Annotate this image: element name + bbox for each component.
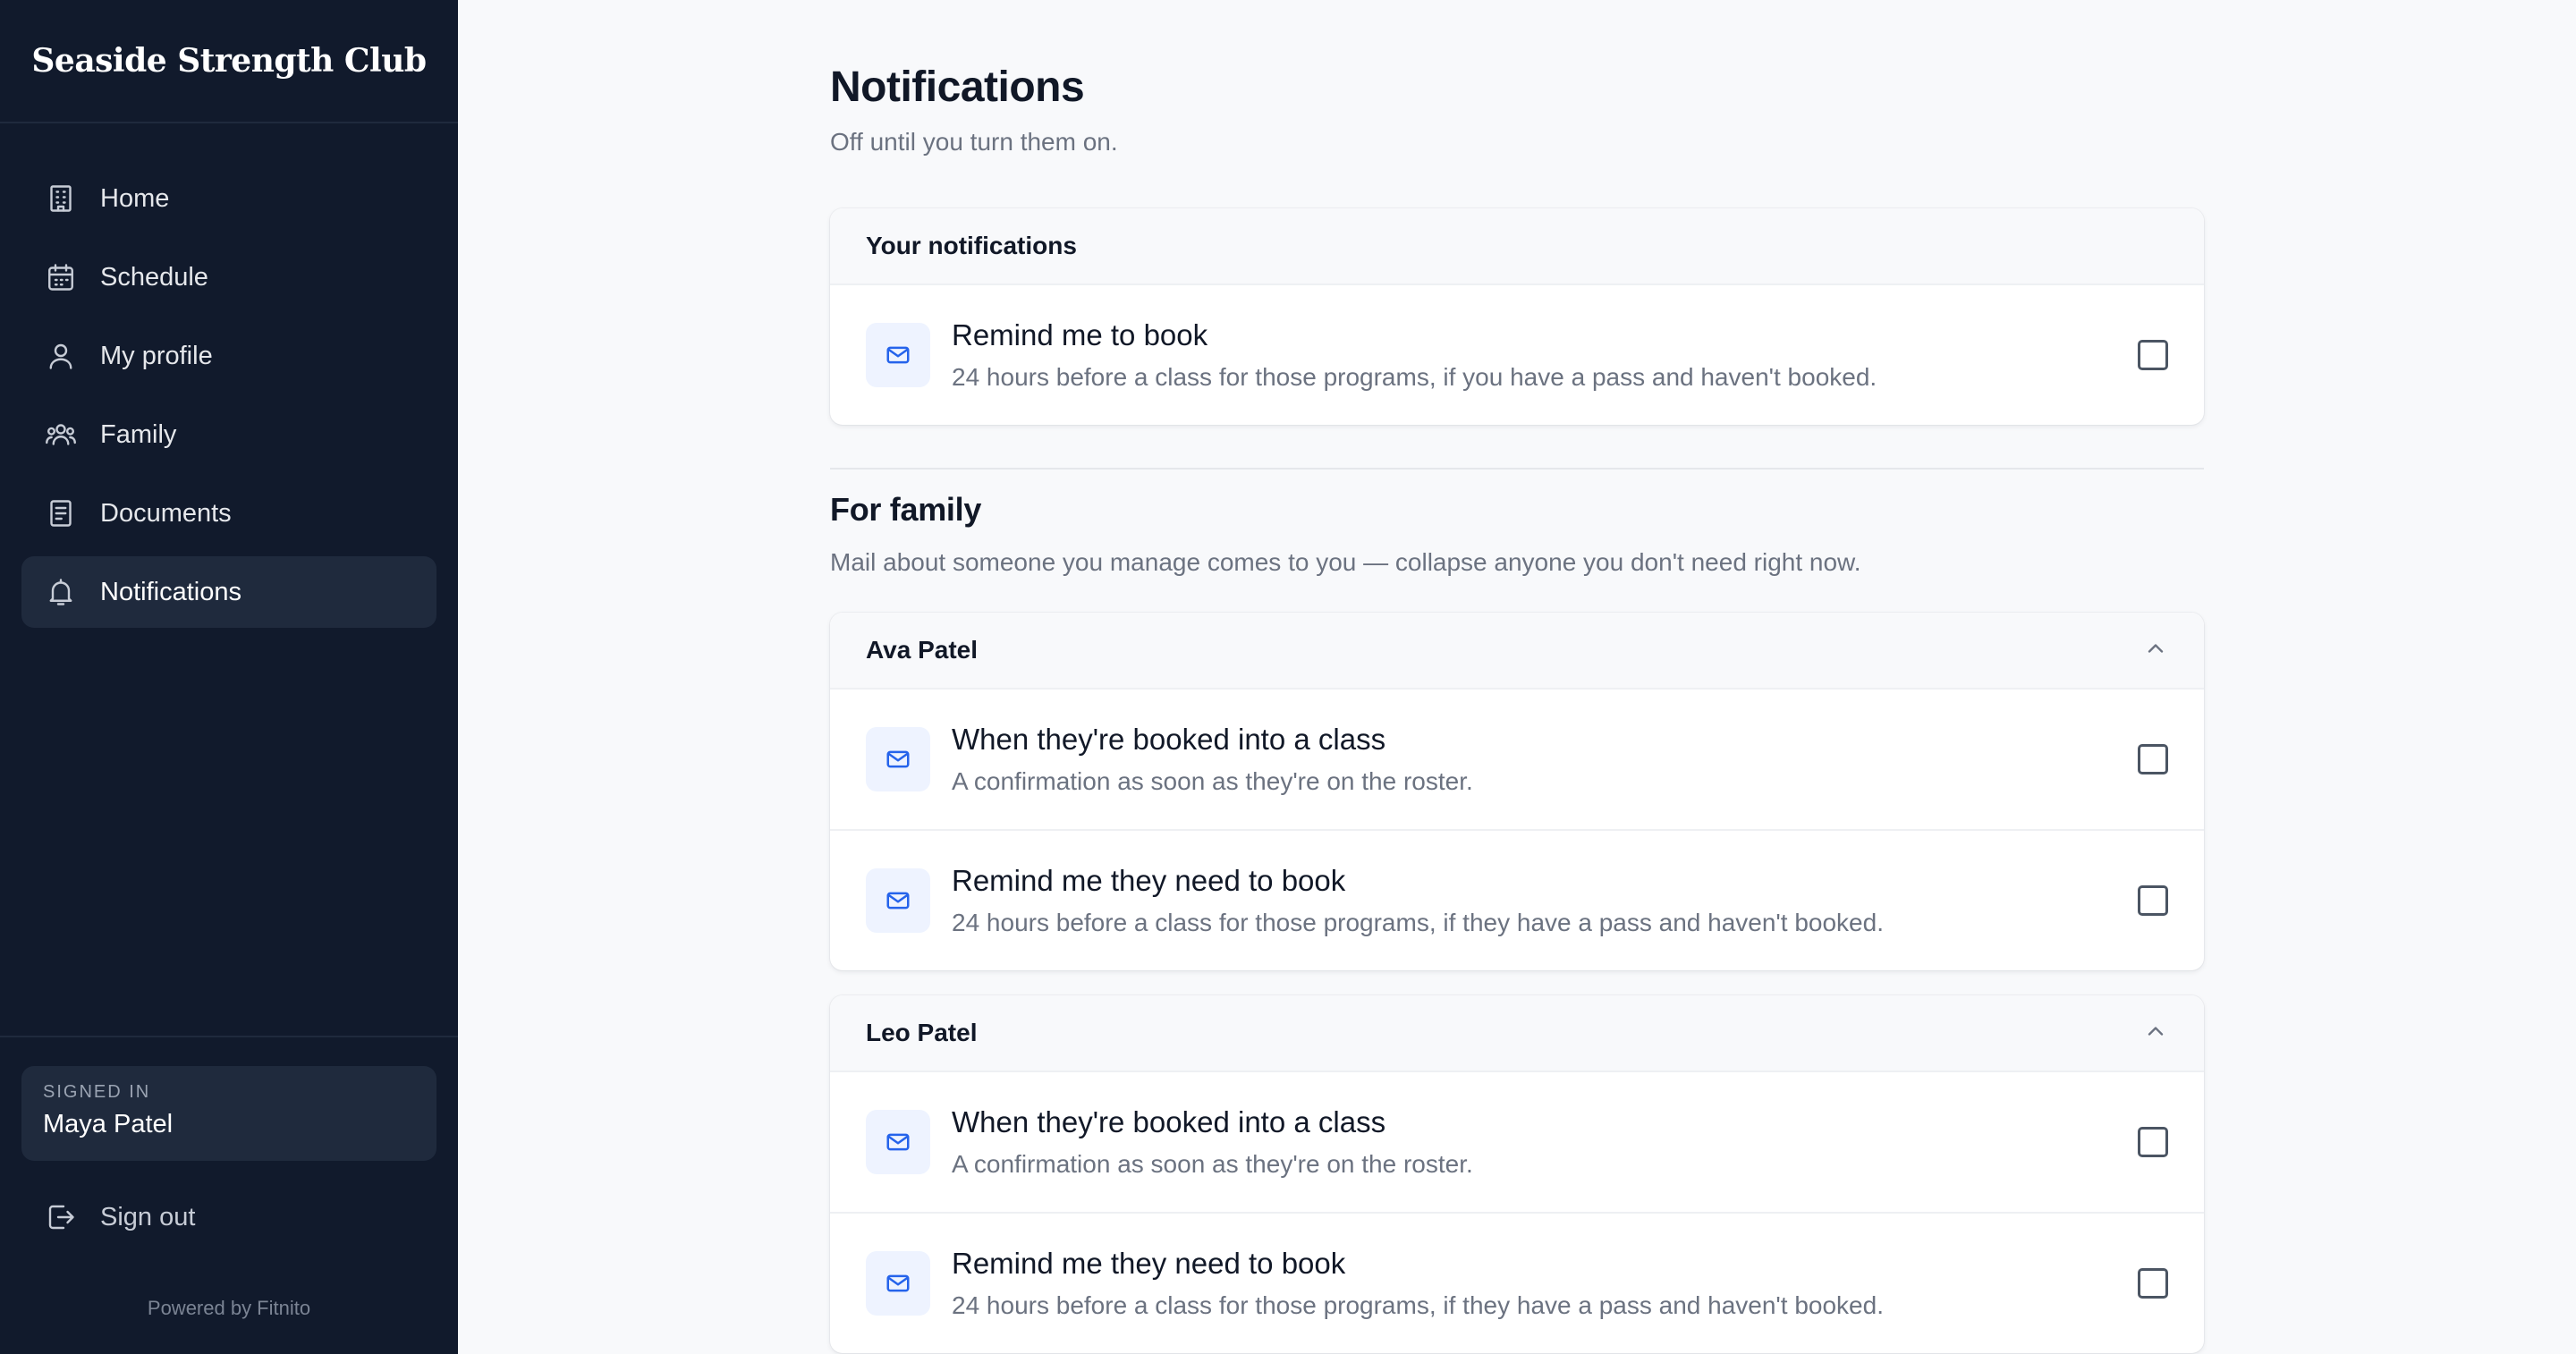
section-title: For family: [830, 491, 982, 528]
sidebar-item-my-profile[interactable]: My profile: [21, 320, 436, 392]
calendar-icon: [43, 259, 79, 295]
powered-by[interactable]: Powered by Fitnito: [0, 1297, 458, 1320]
family-member-header[interactable]: Leo Patel: [830, 995, 2204, 1071]
sidebar: Seaside Strength Club Home Schedule My p…: [0, 0, 458, 1354]
notification-row: When they're booked into a class A confi…: [830, 1071, 2204, 1212]
sidebar-nav: Home Schedule My profile Family Document…: [0, 123, 458, 628]
notification-description: A confirmation as soon as they're on the…: [952, 1150, 1473, 1178]
sidebar-item-family[interactable]: Family: [21, 399, 436, 470]
notification-checkbox[interactable]: [2138, 885, 2168, 916]
main-content: Notifications Off until you turn them on…: [830, 0, 2204, 1353]
notification-text: Remind me to book 24 hours before a clas…: [952, 318, 2138, 392]
family-member-card: Leo Patel When they're booked into a cla…: [830, 995, 2204, 1353]
notification-checkbox[interactable]: [2138, 1268, 2168, 1299]
section-subtitle: Mail about someone you manage comes to y…: [830, 548, 1861, 576]
brand-header: Seaside Strength Club: [0, 0, 458, 123]
notification-description: 24 hours before a class for those progra…: [952, 909, 1884, 936]
family-member-name: Ava Patel: [866, 636, 979, 664]
notification-description: 24 hours before a class for those progra…: [952, 1291, 1884, 1319]
notification-text: When they're booked into a class A confi…: [952, 723, 2138, 796]
notification-title: Remind me they need to book: [952, 1247, 1346, 1280]
signed-in-caption: SIGNED IN: [43, 1082, 151, 1102]
sidebar-item-notifications[interactable]: Notifications: [21, 556, 436, 628]
bell-icon: [43, 574, 79, 610]
sign-out-button[interactable]: Sign out: [21, 1186, 436, 1248]
family-member-name: Leo Patel: [866, 1019, 978, 1046]
notification-checkbox[interactable]: [2138, 1127, 2168, 1157]
notification-row: Remind me they need to book 24 hours bef…: [830, 829, 2204, 970]
mail-icon: [866, 323, 930, 387]
sidebar-item-schedule[interactable]: Schedule: [21, 241, 436, 313]
card-header: Your notifications: [830, 208, 2204, 283]
signed-in-name: Maya Patel: [43, 1110, 174, 1138]
notification-description: 24 hours before a class for those progra…: [952, 363, 1877, 391]
sign-out-icon: [43, 1199, 79, 1235]
notification-checkbox[interactable]: [2138, 744, 2168, 774]
notification-checkbox[interactable]: [2138, 340, 2168, 370]
page-subtitle: Off until you turn them on.: [830, 128, 1118, 156]
chevron-up-icon[interactable]: [2143, 636, 2168, 665]
notification-description: A confirmation as soon as they're on the…: [952, 767, 1473, 795]
signed-in-card: SIGNED IN Maya Patel: [21, 1066, 436, 1161]
sidebar-item-label: Family: [100, 419, 177, 449]
mail-icon: [866, 1251, 930, 1316]
sidebar-item-label: Documents: [100, 498, 232, 528]
family-member-header[interactable]: Ava Patel: [830, 613, 2204, 688]
sidebar-item-label: Schedule: [100, 262, 208, 292]
notification-title: Remind me to book: [952, 318, 1208, 351]
sidebar-item-label: My profile: [100, 341, 213, 370]
card-header-title: Your notifications: [866, 232, 1077, 259]
mail-icon: [866, 727, 930, 791]
users-icon: [43, 417, 79, 453]
notification-title: When they're booked into a class: [952, 723, 1386, 756]
section-divider: [830, 468, 2204, 470]
mail-icon: [866, 868, 930, 933]
user-icon: [43, 338, 79, 374]
document-icon: [43, 495, 79, 531]
notification-title: When they're booked into a class: [952, 1105, 1386, 1138]
mail-icon: [866, 1110, 930, 1174]
notification-row: Remind me to book 24 hours before a clas…: [830, 283, 2204, 425]
notification-row: Remind me they need to book 24 hours bef…: [830, 1212, 2204, 1353]
chevron-up-icon[interactable]: [2143, 1019, 2168, 1048]
your-notifications-card: Your notifications Remind me to book 24 …: [830, 208, 2204, 425]
notification-row: When they're booked into a class A confi…: [830, 688, 2204, 829]
sidebar-item-label: Notifications: [100, 577, 242, 606]
sidebar-item-label: Home: [100, 183, 170, 213]
page-title: Notifications: [830, 63, 1085, 111]
sidebar-item-documents[interactable]: Documents: [21, 478, 436, 549]
notification-text: When they're booked into a class A confi…: [952, 1105, 2138, 1179]
sidebar-item-home[interactable]: Home: [21, 163, 436, 234]
building-icon: [43, 181, 79, 216]
sidebar-footer: SIGNED IN Maya Patel Sign out Powered by…: [0, 1036, 458, 1354]
notification-title: Remind me they need to book: [952, 864, 1346, 897]
notification-text: Remind me they need to book 24 hours bef…: [952, 1247, 2138, 1320]
sign-out-label: Sign out: [100, 1202, 196, 1231]
brand-name[interactable]: Seaside Strength Club: [31, 42, 427, 80]
family-member-card: Ava Patel When they're booked into a cla…: [830, 613, 2204, 970]
notification-text: Remind me they need to book 24 hours bef…: [952, 864, 2138, 937]
